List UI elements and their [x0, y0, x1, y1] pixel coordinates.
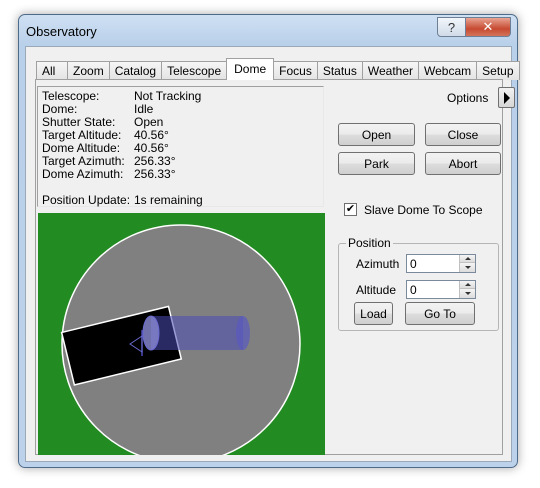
position-group-label: Position: [346, 236, 393, 250]
observatory-window: Observatory ? ✕ All Sky Zoom Catalog Tel…: [18, 14, 520, 468]
tab-zoom[interactable]: Zoom: [67, 61, 110, 80]
tab-dome[interactable]: Dome: [226, 58, 275, 80]
load-button[interactable]: Load: [354, 302, 393, 325]
info-key: Position Update:: [42, 193, 131, 207]
spin-down-arrow-icon[interactable]: [459, 263, 475, 272]
azimuth-label: Azimuth: [356, 257, 400, 271]
tab-setup[interactable]: Setup: [476, 61, 520, 80]
tab-all-sky[interactable]: All Sky: [36, 61, 69, 96]
altitude-value[interactable]: 0: [410, 283, 417, 297]
tab-telescope[interactable]: Telescope: [161, 61, 228, 80]
azimuth-value[interactable]: 0: [410, 257, 417, 271]
options-label[interactable]: Options: [447, 91, 488, 105]
spin-up-arrow-icon[interactable]: [459, 255, 475, 263]
client-area: All Sky Zoom Catalog Telescope Dome Focu…: [25, 46, 520, 462]
slave-dome-checkbox[interactable]: ✔: [344, 203, 357, 216]
close-shutter-button[interactable]: Close: [425, 123, 501, 146]
park-button[interactable]: Park: [338, 152, 415, 175]
tab-weather[interactable]: Weather: [361, 61, 419, 80]
window-title: Observatory: [26, 24, 97, 39]
spin-down-arrow-icon[interactable]: [459, 289, 475, 298]
info-value: 1s remaining: [134, 193, 203, 207]
info-value: 256.33°: [134, 167, 176, 181]
tab-focus[interactable]: Focus: [273, 61, 318, 80]
altitude-spinner[interactable]: 0: [406, 280, 476, 299]
go-to-button[interactable]: Go To: [405, 302, 475, 325]
info-key: Dome Azimuth:: [42, 167, 124, 181]
spin-up-arrow-icon[interactable]: [459, 281, 475, 289]
dome-view: [38, 213, 325, 455]
telescope-tube: [142, 315, 250, 351]
close-window-button[interactable]: ✕: [465, 17, 511, 37]
tab-status[interactable]: Status: [316, 61, 363, 80]
azimuth-spinner[interactable]: 0: [406, 254, 476, 273]
dome-info-box: Telescope: Not Tracking Dome: Idle Shutter…: [37, 86, 324, 207]
altitude-label: Altitude: [356, 283, 397, 297]
help-button[interactable]: ?: [437, 17, 466, 37]
options-expand-arrow-icon[interactable]: [498, 87, 515, 108]
slave-dome-label[interactable]: Slave Dome To Scope: [364, 203, 483, 217]
tab-bar: All Sky Zoom Catalog Telescope Dome Focu…: [36, 58, 520, 96]
open-shutter-button[interactable]: Open: [338, 123, 415, 146]
tab-catalog[interactable]: Catalog: [108, 61, 163, 80]
abort-button[interactable]: Abort: [425, 152, 501, 175]
tab-webcam[interactable]: Webcam: [418, 61, 478, 80]
